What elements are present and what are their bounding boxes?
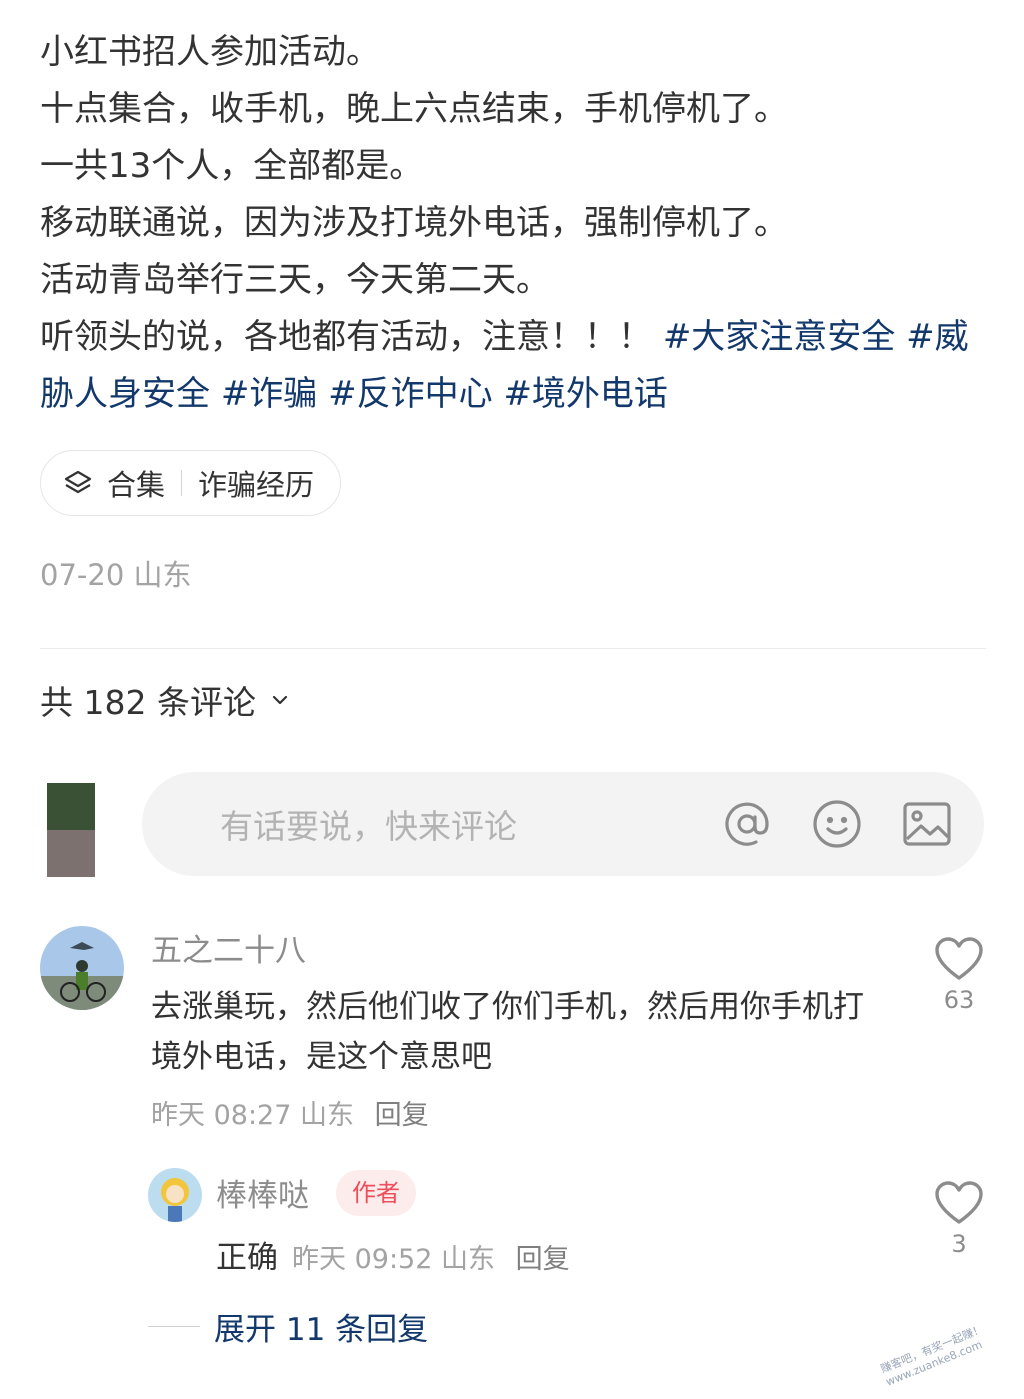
comment-input[interactable]: 有话要说，快来评论	[142, 772, 984, 876]
hashtag-link[interactable]: #诈骗	[221, 374, 318, 414]
divider	[181, 470, 183, 496]
chevron-down-icon	[268, 688, 292, 712]
collection-name: 诈骗经历	[198, 468, 315, 502]
hashtag-link[interactable]: #大家注意安全	[663, 317, 896, 357]
avatar	[47, 783, 95, 877]
comment-count-label: 共 182 条评论	[40, 683, 256, 722]
post-date: 07-20	[40, 558, 125, 592]
post-location: 山东	[133, 558, 192, 592]
post-line: 十点集合，收手机，晚上六点结束，手机停机了。	[40, 89, 788, 129]
post-line: 听领头的说，各地都有活动，注意！！！	[40, 317, 663, 357]
reply-text: 正确	[216, 1240, 278, 1276]
reply-username[interactable]: 棒棒哒	[216, 1170, 309, 1215]
heart-icon	[935, 1181, 983, 1224]
hashtag-link[interactable]: #反诈中心	[328, 374, 493, 414]
comment-username[interactable]: 五之二十八	[151, 925, 306, 970]
watermark: 赚客吧，有奖一起赚！ www.zuanke8.com	[879, 1322, 991, 1389]
reply-location: 山东	[441, 1244, 495, 1275]
post-line-with-tags: 听领头的说，各地都有活动，注意！！！ #大家注意安全 #威胁人身安全 #诈骗 #…	[40, 317, 969, 414]
avatar[interactable]	[148, 1168, 202, 1222]
divider	[40, 648, 986, 649]
post-line: 一共13个人，全部都是。	[40, 146, 424, 186]
comment-input-placeholder: 有话要说，快来评论	[220, 807, 517, 846]
emoji-icon[interactable]	[810, 797, 864, 851]
post-content: 小红书招人参加活动。 十点集合，收手机，晚上六点结束，手机停机了。 一共13个人…	[40, 24, 990, 423]
reply-time: 昨天 09:52	[292, 1244, 433, 1275]
reply-button[interactable]: 回复	[375, 1100, 429, 1131]
comment-count-sort[interactable]: 共 182 条评论	[40, 676, 292, 724]
layers-icon	[63, 468, 93, 498]
reply-button[interactable]: 回复	[516, 1244, 570, 1275]
like-count: 3	[951, 1230, 967, 1258]
at-icon[interactable]	[720, 797, 774, 851]
post-line: 活动青岛举行三天，今天第二天。	[40, 260, 550, 300]
avatar[interactable]	[40, 926, 124, 1010]
hashtag-link[interactable]: #境外电话	[503, 374, 668, 414]
heart-icon	[935, 937, 983, 980]
comment-location: 山东	[300, 1100, 354, 1131]
post-line: 移动联通说，因为涉及打境外电话，强制停机了。	[40, 203, 788, 243]
comment-time: 昨天 08:27	[151, 1100, 292, 1131]
like-button[interactable]: 63	[929, 936, 989, 1014]
collection-label: 合集	[107, 468, 166, 502]
comment-meta: 昨天 08:27 山东 回复	[151, 1093, 429, 1132]
reply-body: 正确 昨天 09:52 山东 回复	[216, 1232, 570, 1277]
image-icon[interactable]	[900, 797, 954, 851]
expand-replies-button[interactable]: 展开 11 条回复	[148, 1304, 428, 1349]
comment-text: 去涨巢玩，然后他们收了你们手机，然后用你手机打境外电话，是这个意思吧	[151, 989, 864, 1075]
post-meta: 07-20 山东	[40, 552, 192, 594]
divider	[148, 1326, 200, 1327]
expand-replies-label: 展开 11 条回复	[214, 1312, 429, 1348]
author-badge: 作者	[336, 1170, 416, 1216]
like-count: 63	[943, 986, 975, 1014]
collection-chip[interactable]: 合集 诈骗经历	[40, 450, 342, 516]
like-button[interactable]: 3	[929, 1180, 989, 1258]
post-line: 小红书招人参加活动。	[40, 32, 380, 72]
reply-meta: 昨天 09:52 山东 回复	[292, 1237, 570, 1276]
